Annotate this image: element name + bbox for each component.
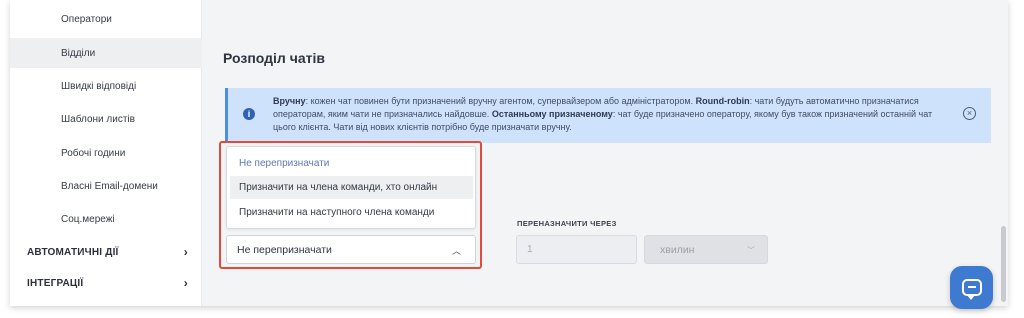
app-window: Оператори Відділи Швидкі відповіді Шабло… [10, 0, 1008, 306]
main-content: Розподіл чатів i Вручну: кожен чат повин… [203, 0, 1008, 306]
chevron-right-icon: › [183, 245, 188, 259]
info-text: Вручну: кожен чат повинен бути призначен… [273, 95, 953, 134]
sidebar-section-integrations[interactable]: ІНТЕГРАЦІЇ › [10, 268, 202, 298]
chat-bubble-icon [961, 279, 982, 300]
page-title: Розподіл чатів [223, 50, 325, 66]
sidebar-item-departments[interactable]: Відділи [10, 38, 202, 68]
sidebar-item-label: Оператори [61, 13, 112, 25]
settings-sidebar: Оператори Відділи Швидкі відповіді Шабло… [10, 0, 202, 306]
info-last-label: Останньому призначеному [491, 109, 613, 119]
sidebar-item-label: Власні Email-домени [61, 180, 158, 192]
chevron-down-icon: ﹀ [747, 246, 755, 255]
info-roundrobin-label: Round-robin [695, 96, 750, 106]
sidebar-item-email-domains[interactable]: Власні Email-домени [10, 171, 202, 201]
reassign-unit-value: хвилин [660, 243, 695, 256]
sidebar-item-operators[interactable]: Оператори [10, 4, 202, 34]
info-manual-text: : кожен чат повинен бути призначений вру… [305, 96, 696, 106]
reassign-time-input[interactable]: 1 [516, 235, 637, 264]
chat-widget-button[interactable] [950, 266, 993, 309]
highlight-annotation [219, 141, 482, 269]
sidebar-item-label: Робочі години [61, 147, 126, 159]
info-manual-label: Вручну [273, 96, 306, 106]
sidebar-section-label: ІНТЕГРАЦІЇ [27, 277, 84, 289]
sidebar-item-quick-replies[interactable]: Швидкі відповіді [10, 71, 202, 101]
sidebar-item-label: Соц.мережі [61, 213, 115, 225]
sidebar-item-email-templates[interactable]: Шаблони листів [10, 104, 202, 134]
sidebar-item-label: Швидкі відповіді [61, 80, 137, 92]
sidebar-item-working-hours[interactable]: Робочі години [10, 138, 202, 168]
chevron-right-icon: › [183, 276, 188, 290]
reassign-time-value: 1 [527, 244, 533, 255]
reassign-after-label: ПЕРЕНАЗНАЧИТИ ЧЕРЕЗ [517, 219, 617, 228]
scrollbar[interactable] [1001, 226, 1006, 302]
reassign-unit-select[interactable]: хвилин ﹀ [644, 235, 768, 264]
sidebar-section-automation[interactable]: АВТОМАТИЧНІ ДІЇ › [10, 237, 202, 267]
info-icon: i [243, 108, 255, 120]
sidebar-section-label: АВТОМАТИЧНІ ДІЇ [27, 246, 119, 258]
sidebar-item-label: Відділи [61, 47, 96, 59]
sidebar-item-social[interactable]: Соц.мережі [10, 204, 202, 234]
close-circle-icon[interactable]: × [963, 107, 976, 120]
sidebar-item-label: Шаблони листів [61, 113, 135, 125]
info-banner: i Вручну: кожен чат повинен бути признач… [225, 88, 991, 143]
